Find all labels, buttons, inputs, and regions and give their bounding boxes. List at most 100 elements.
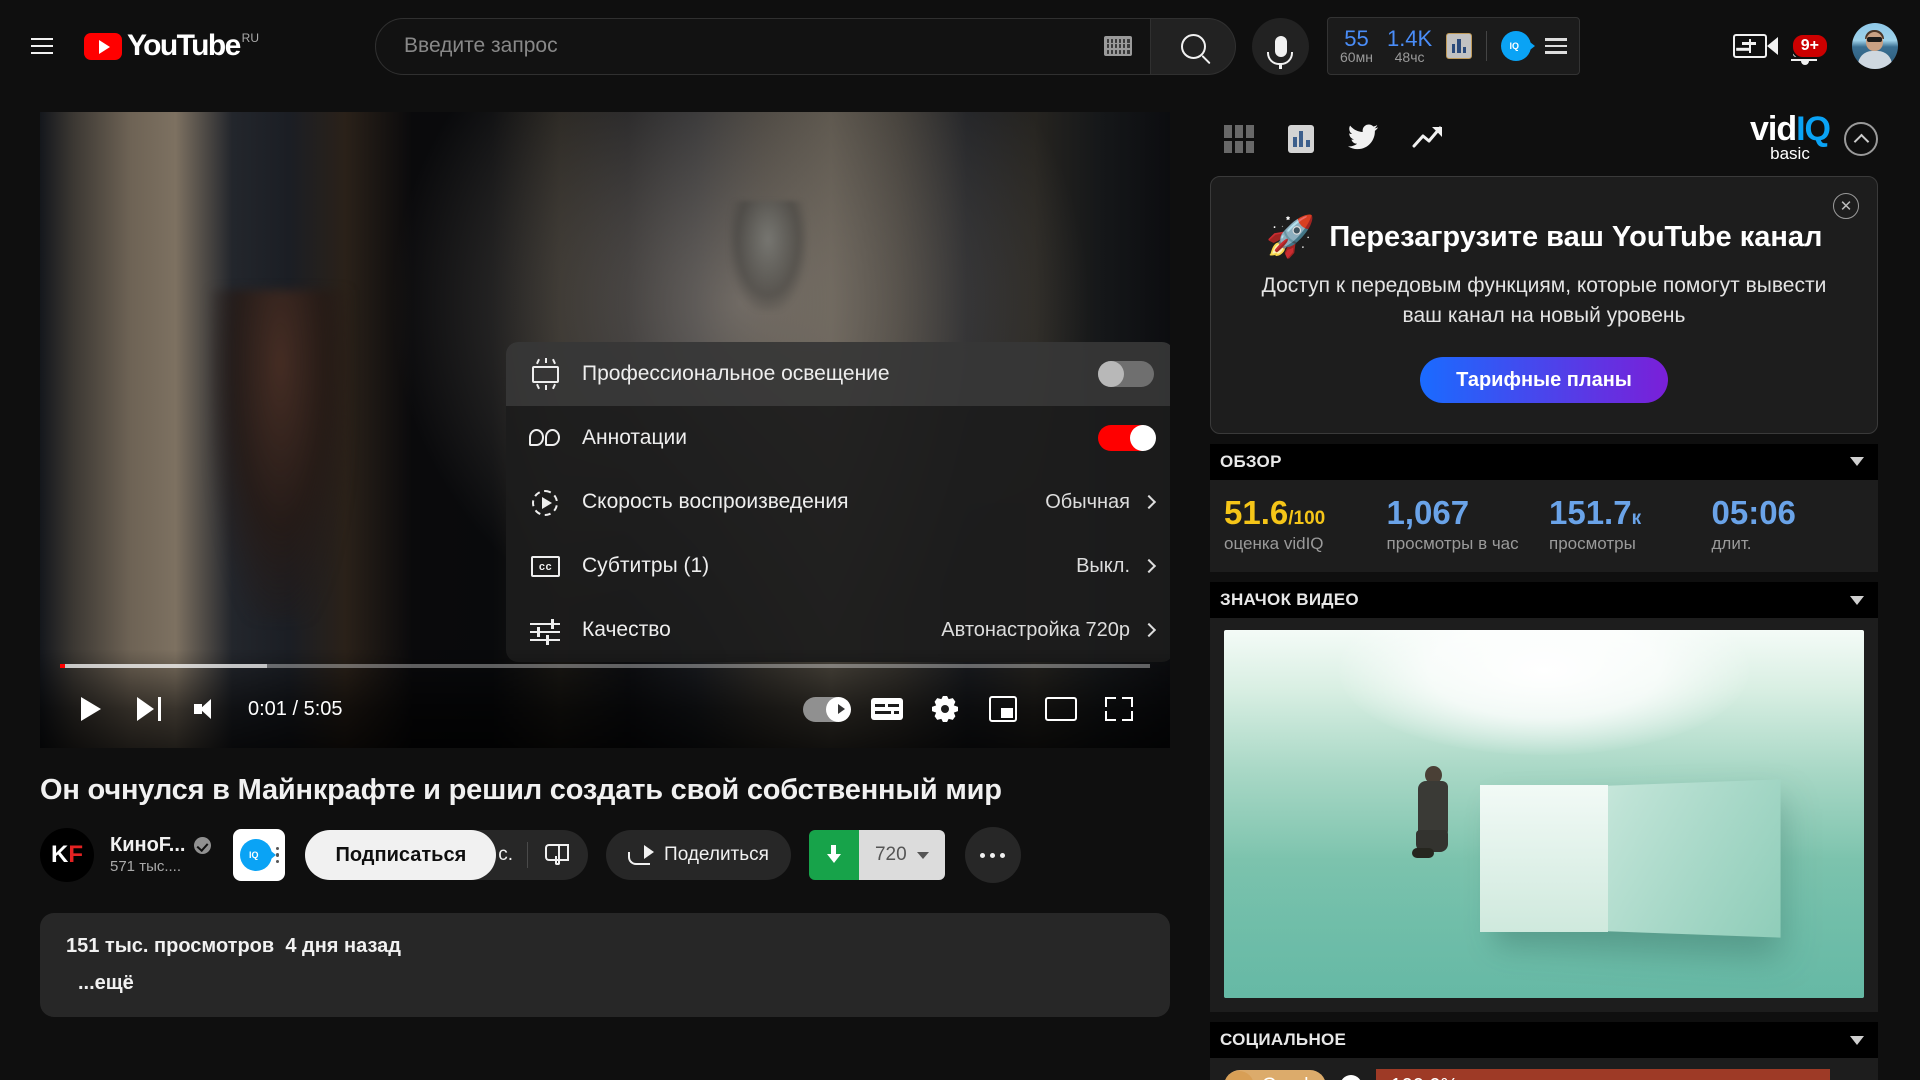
thumbnail-slab-face — [1480, 784, 1608, 932]
stat-views-suffix: к — [1631, 507, 1642, 529]
youtube-logo[interactable]: YouTube RU — [84, 31, 259, 61]
pricing-plans-button[interactable]: Тарифные планы — [1420, 356, 1668, 403]
menu-item-stage-light[interactable]: Профессиональное освещение — [506, 342, 1170, 406]
view-count: 151 тыс. просмотров — [66, 935, 275, 957]
annotations-icon — [528, 423, 564, 453]
settings-button[interactable] — [916, 680, 974, 738]
subtitles-icon — [871, 698, 903, 720]
avatar[interactable] — [1852, 23, 1898, 69]
theater-button[interactable] — [1032, 680, 1090, 738]
stat-duration[interactable]: 05:06 длит. — [1711, 493, 1875, 555]
closed-captions-icon: cc — [528, 551, 564, 581]
bar-chart-icon[interactable] — [1446, 33, 1473, 59]
description-box[interactable]: 151 тыс. просмотров 4 дня назад ...ещё — [40, 913, 1170, 1017]
share-button[interactable]: Поделиться — [606, 830, 791, 880]
menu-item-subtitles[interactable]: cc Субтитры (1) Выкл. — [506, 534, 1170, 598]
keyboard-icon[interactable] — [1104, 36, 1133, 56]
menu-item-annotations[interactable]: Аннотации — [506, 406, 1170, 470]
vidiq-hamburger-icon[interactable] — [1545, 38, 1568, 54]
download-button[interactable]: 720 — [808, 830, 945, 880]
more-actions-button[interactable] — [964, 827, 1021, 883]
vidiq-tab-trending[interactable] — [1412, 124, 1444, 155]
thumbnail-glow — [1339, 630, 1749, 756]
notifications-button[interactable]: 9+ — [1780, 22, 1829, 70]
stat-vidiq-score-value-wrap: 51.6/100 — [1224, 495, 1387, 531]
vidiq-tab-grid[interactable] — [1224, 125, 1254, 153]
guide-menu-button[interactable] — [18, 22, 66, 70]
stat-vidiq-score[interactable]: 51.6/100 оценка vidIQ — [1224, 495, 1387, 555]
search-placeholder: Введите запрос — [404, 34, 558, 57]
channel-name[interactable]: КиноF... — [110, 833, 185, 858]
close-icon[interactable]: ✕ — [1833, 193, 1859, 219]
vidiq-brand: vidIQ basic — [1750, 112, 1878, 165]
vidiq-stat-48h[interactable]: 1.4K 48чс — [1387, 27, 1432, 65]
dislike-button[interactable] — [528, 830, 588, 880]
share-icon — [628, 845, 655, 865]
autoplay-toggle — [803, 696, 851, 722]
vidiq-channel-button[interactable]: IQ — [233, 829, 286, 881]
fullscreen-icon — [1105, 697, 1133, 721]
description-expand[interactable]: ...ещё — [78, 972, 1144, 995]
search-icon — [1180, 33, 1206, 59]
stat-views-value-wrap: 151.7к — [1549, 493, 1712, 531]
create-video-button[interactable] — [1726, 22, 1778, 70]
miniplayer-button[interactable] — [974, 680, 1032, 738]
video-player[interactable]: Профессиональное освещение Аннотации Ско… — [40, 112, 1170, 748]
vidiq-sidebar: vidIQ basic ✕ 🚀 Перезагрузите ваш YouTub… — [1200, 92, 1900, 1080]
play-button[interactable] — [62, 680, 120, 738]
social-rating-label: Good — [1262, 1075, 1308, 1080]
video-thumbnail[interactable] — [1224, 630, 1864, 999]
subscribe-button[interactable]: Подписаться — [305, 830, 497, 880]
playback-speed-icon — [528, 487, 564, 517]
download-quality-select[interactable]: 720 — [858, 830, 945, 880]
stat-views-value: 151.7 — [1549, 493, 1632, 531]
stage-light-toggle[interactable] — [1098, 361, 1154, 387]
social-rating-pill: Good — [1224, 1070, 1327, 1080]
channel-avatar[interactable]: KF — [40, 828, 94, 882]
video-lamp — [729, 201, 808, 312]
settings-menu[interactable]: Профессиональное освещение Аннотации Ско… — [506, 342, 1170, 662]
section-header-thumbnail[interactable]: ЗНАЧОК ВИДЕО — [1210, 582, 1878, 619]
next-video-button[interactable] — [120, 680, 178, 738]
grid-icon — [1224, 125, 1254, 153]
stat-views-per-hour[interactable]: 1,067 просмотры в час — [1387, 495, 1550, 555]
vidiq-stat-60min[interactable]: 55 60мн — [1340, 27, 1373, 65]
autoplay-button[interactable] — [800, 680, 858, 738]
annotations-toggle[interactable] — [1098, 425, 1156, 451]
stat-views[interactable]: 151.7к просмотры — [1549, 493, 1712, 555]
promo-card: ✕ 🚀 Перезагрузите ваш YouTube канал Дост… — [1210, 176, 1878, 434]
volume-button[interactable] — [178, 680, 236, 738]
locale-badge: RU — [241, 31, 260, 45]
vidiq-header-stats: 55 60мн 1.4K 48чс IQ — [1327, 17, 1581, 75]
search-button[interactable] — [1151, 17, 1237, 75]
stat-duration-value: 05:06 — [1711, 493, 1796, 531]
section-title-thumbnail: ЗНАЧОК ВИДЕО — [1220, 590, 1359, 610]
search-input[interactable]: Введите запрос — [375, 17, 1152, 75]
vidiq-tab-stats[interactable] — [1288, 125, 1314, 153]
youtube-logo-text: YouTube — [127, 29, 241, 62]
stat-duration-value-wrap: 05:06 — [1711, 493, 1875, 531]
fullscreen-button[interactable] — [1090, 680, 1148, 738]
subtitles-button[interactable] — [858, 680, 916, 738]
section-header-overview[interactable]: ОБЗОР — [1210, 443, 1878, 480]
vidiq-stat-48h-value: 1.4K — [1386, 26, 1433, 52]
collapse-panel-button[interactable] — [1844, 122, 1878, 156]
progress-played — [60, 664, 66, 668]
download-quality-value: 720 — [874, 844, 907, 865]
vidiq-tab-twitter[interactable] — [1348, 124, 1378, 155]
thumbs-down-icon — [547, 844, 569, 866]
vidiq-channel-icon: IQ — [239, 839, 276, 871]
progress-bar[interactable] — [60, 664, 1150, 668]
section-header-social[interactable]: СОЦИАЛЬНОЕ — [1210, 1022, 1878, 1059]
vidiq-stat-48h-label: 48чс — [1394, 49, 1425, 66]
play-icon — [81, 697, 101, 721]
vidiq-brand-main: vid — [1749, 109, 1797, 148]
vidiq-logo-icon[interactable]: IQ — [1501, 31, 1536, 61]
like-count: с. — [498, 844, 514, 865]
miniplayer-icon — [989, 696, 1017, 722]
voice-search-button[interactable] — [1252, 17, 1310, 75]
caret-down-icon — [1850, 457, 1864, 467]
verified-badge-icon — [194, 837, 212, 855]
menu-item-playback-speed[interactable]: Скорость воспроизведения Обычная — [506, 470, 1170, 534]
download-icon-wrap — [808, 830, 859, 880]
